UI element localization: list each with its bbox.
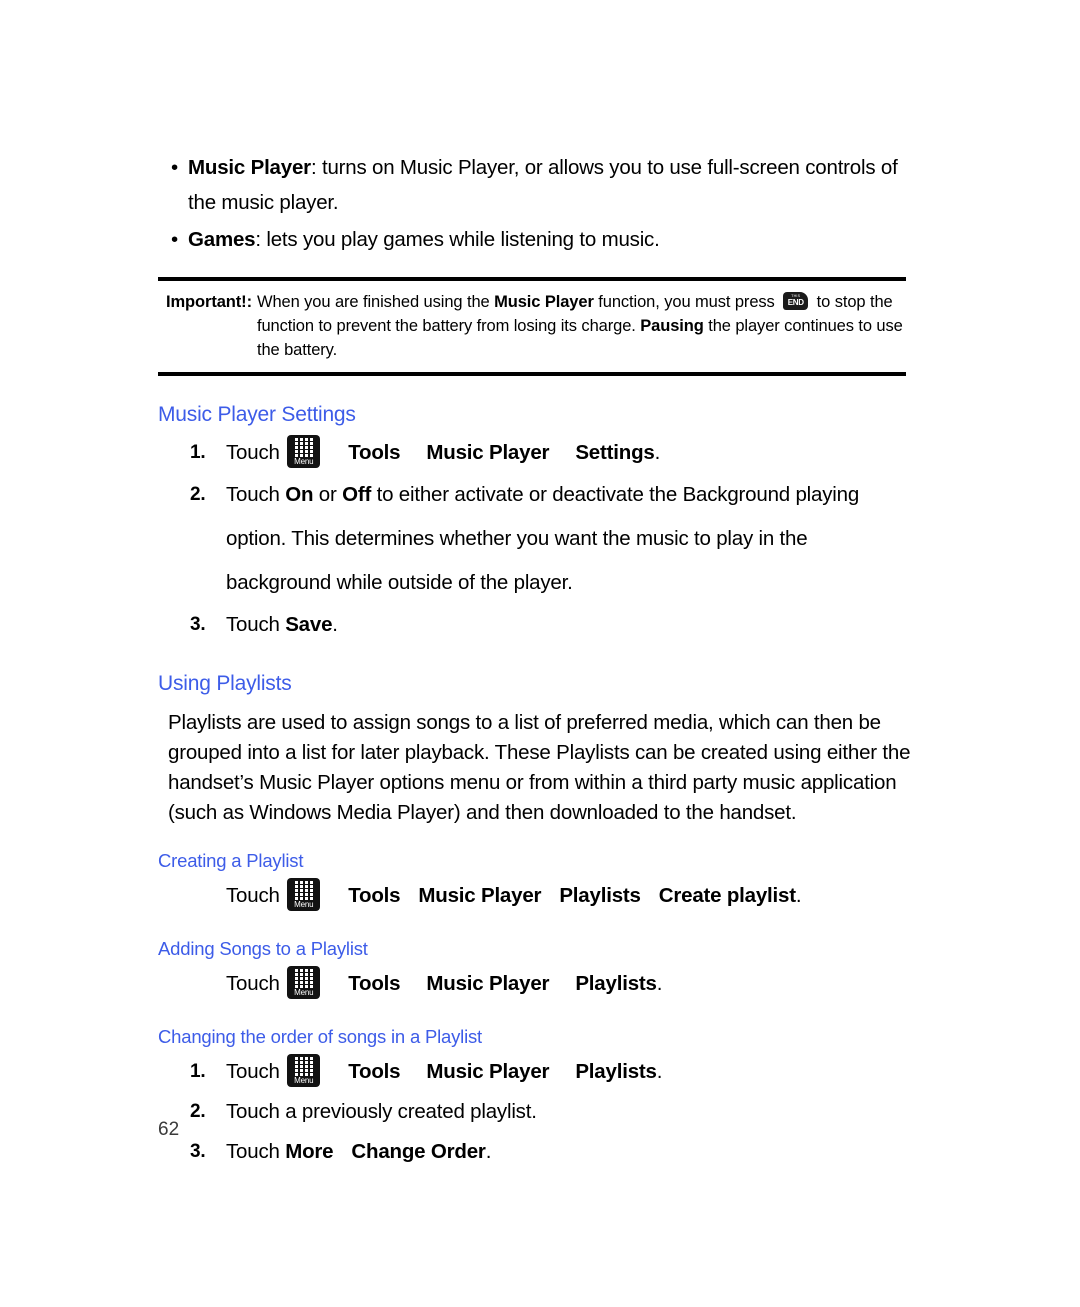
step-creating-a-playlist: Touch Menu Tools Music Player Playlists Crea… [158, 876, 918, 916]
bullet-term: Games [188, 228, 256, 251]
path-item-playlists: Playlists [575, 1060, 657, 1083]
step-number: 3. [190, 614, 206, 635]
menu-key-label: Menu [294, 900, 314, 909]
note-part-1: When you are finished using the [256, 293, 495, 311]
list-item: • Games: lets you play games while listen… [158, 222, 918, 257]
note-part-2: function, you must press [593, 293, 780, 311]
step-period: . [795, 884, 802, 907]
menu-softkey-icon[interactable]: Menu [287, 435, 321, 468]
menu-grid-dots-icon [294, 881, 313, 900]
note-rule-bottom [158, 372, 906, 376]
step-bold-change-order: Change Order [351, 1140, 486, 1163]
menu-grid-dots-icon [294, 438, 313, 457]
heading-music-player-settings: Music Player Settings [158, 403, 356, 426]
menu-key-label: Menu [294, 457, 314, 466]
path-item-tools: Tools [348, 441, 401, 464]
path-item-tools: Tools [348, 1060, 401, 1083]
step-period: . [654, 441, 661, 464]
step-period: . [485, 1140, 492, 1163]
step-inline-path: Touch Menu Tools Music Player Playlists Crea… [226, 878, 802, 911]
step-number: 1. [190, 1061, 206, 1082]
step-2-changing-order: 2. Touch a previously created playlist. [158, 1092, 918, 1132]
step-bold-off: Off [342, 483, 372, 506]
heading-using-playlists: Using Playlists [158, 672, 292, 695]
bullet-dot-icon: • [171, 228, 178, 251]
path-item-music-player: Music Player [426, 1060, 550, 1083]
note-text: When you are finished using the Music Pl… [257, 290, 906, 362]
path-item-music-player: Music Player [426, 972, 550, 995]
menu-grid-dots-icon [294, 1057, 313, 1076]
bullet-text: : lets you play games while listening to… [255, 228, 660, 251]
step-adding-songs-to-a-playlist: Touch Menu Tools Music Player Playlists. [158, 964, 918, 1004]
menu-key-label: Menu [294, 1076, 314, 1085]
step-number: 1. [190, 442, 206, 463]
touch-label: Touch [226, 441, 280, 464]
step-period: . [656, 1060, 663, 1083]
touch-label: Touch [226, 972, 280, 995]
menu-softkey-icon[interactable]: Menu [287, 966, 321, 999]
step-3-changing-order: 3. Touch More Change Order. [158, 1132, 918, 1172]
path-item-create-playlist: Create playlist [658, 884, 796, 907]
using-playlists-paragraph: Playlists are used to assign songs to a … [168, 711, 911, 824]
menu-softkey-icon[interactable]: Menu [287, 878, 321, 911]
end-key-label: END [787, 298, 804, 307]
step-bold-more: More [285, 1140, 334, 1163]
step-bold-save: Save [285, 613, 333, 636]
step-1-music-player-settings: 1. Touch Menu Tools Music Player Settings. [158, 433, 918, 473]
bullet-term: Music Player [188, 156, 311, 179]
end-key-icon: THIS END [783, 292, 809, 310]
path-item-playlists: Playlists [559, 884, 641, 907]
note-bold-music-player: Music Player [494, 293, 594, 311]
step-3-music-player-settings: 3. Touch Save. [158, 605, 918, 645]
step-1-changing-order: 1. Touch Menu Tools Music Player Playlists. [158, 1052, 918, 1092]
step-text-mid: or [313, 483, 343, 506]
heading-adding-songs-to-a-playlist: Adding Songs to a Playlist [158, 938, 368, 959]
touch-label: Touch [226, 1060, 280, 1083]
note-bold-pausing: Pausing [640, 317, 704, 335]
touch-label: Touch [226, 884, 280, 907]
step-text-pre: Touch [226, 483, 286, 506]
path-item-tools: Tools [348, 972, 401, 995]
step-period: . [332, 613, 338, 636]
step-text-pre: Touch [226, 1140, 286, 1163]
menu-softkey-icon[interactable]: Menu [287, 1054, 321, 1087]
heading-changing-order-of-songs: Changing the order of songs in a Playlis… [158, 1026, 482, 1047]
step-inline-path: Touch Menu Tools Music Player Playlists. [226, 1054, 663, 1087]
path-item-tools: Tools [348, 884, 401, 907]
path-item-playlists: Playlists [575, 972, 657, 995]
path-item-music-player: Music Player [418, 884, 542, 907]
list-item: • Music Player: turns on Music Player, or… [158, 150, 918, 220]
menu-grid-dots-icon [294, 969, 313, 988]
document-page: • Music Player: turns on Music Player, or… [0, 0, 1080, 1307]
step-number: 2. [190, 484, 206, 505]
step-bold-on: On [285, 483, 314, 506]
important-note: Important!: When you are finished using … [158, 277, 906, 376]
path-item-music-player: Music Player [426, 441, 550, 464]
menu-key-label: Menu [294, 988, 314, 997]
step-text-pre: Touch [226, 613, 286, 636]
step-period: . [656, 972, 663, 995]
path-item-settings: Settings [575, 441, 655, 464]
step-inline-path: Touch Menu Tools Music Player Settings. [226, 435, 661, 468]
step-inline-path: Touch Menu Tools Music Player Playlists. [226, 966, 663, 999]
bullet-dot-icon: • [171, 156, 178, 179]
step-number: 3. [190, 1141, 206, 1162]
step-number: 2. [190, 1101, 206, 1122]
step-text: Touch a previously created playlist. [226, 1100, 537, 1123]
heading-creating-a-playlist: Creating a Playlist [158, 850, 304, 871]
note-body: Important!: When you are finished using … [158, 281, 906, 372]
page-number: 62 [158, 1119, 180, 1140]
feature-bullet-list: • Music Player: turns on Music Player, or… [158, 150, 918, 257]
note-label: Important!: [166, 293, 252, 311]
step-2-music-player-settings: 2. Touch On or Off to either activate or … [158, 473, 918, 605]
page-content: • Music Player: turns on Music Player, or… [158, 150, 918, 1172]
